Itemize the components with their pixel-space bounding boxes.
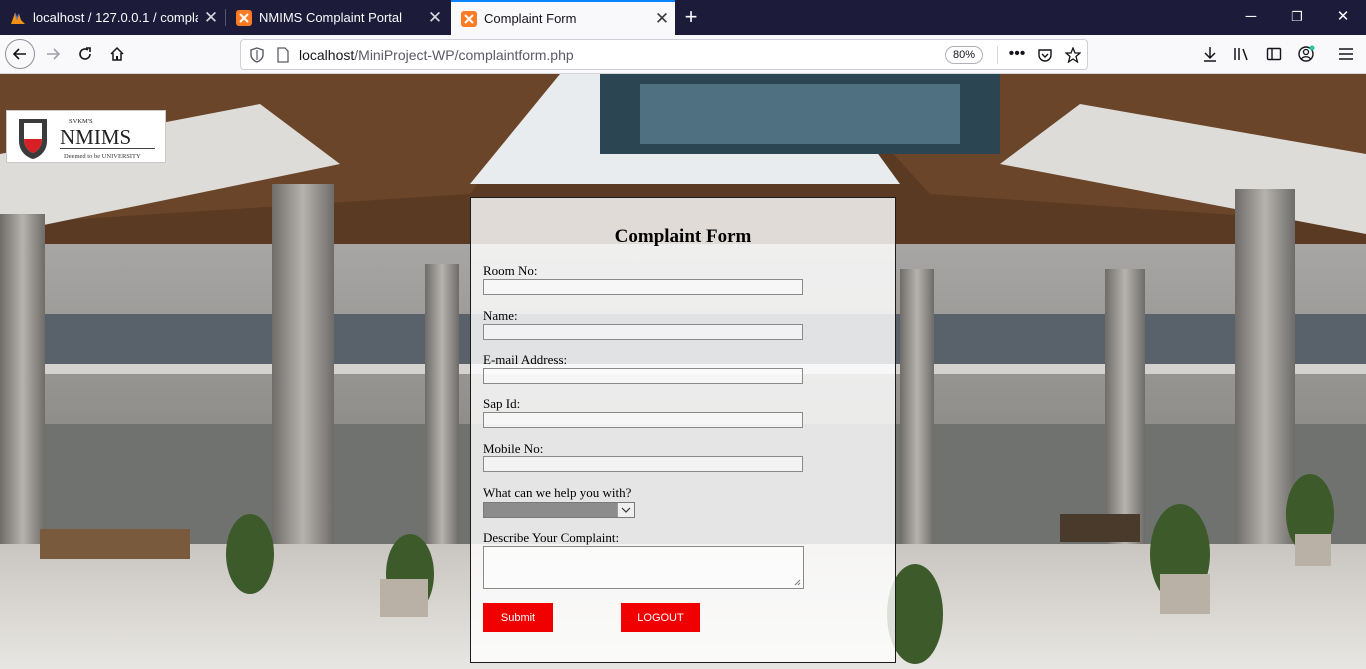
tab-close-icon[interactable]: ✕ [649, 9, 675, 29]
window-close-icon[interactable]: ✕ [1320, 0, 1366, 35]
tab-strip: localhost / 127.0.0.1 / complaint ✕ NMIM… [0, 0, 1366, 35]
resize-grip-icon[interactable] [794, 579, 801, 586]
name-input[interactable] [483, 324, 803, 340]
account-icon[interactable] [1296, 44, 1316, 64]
xampp-favicon-icon [236, 9, 252, 26]
bookmark-star-icon[interactable] [1065, 47, 1081, 63]
page-actions-icon[interactable]: ••• [1007, 44, 1027, 64]
page-info-icon[interactable] [275, 47, 291, 63]
mobile-no-input[interactable] [483, 456, 803, 472]
complaint-textarea[interactable] [483, 546, 804, 589]
logo-name-text: NMIMS [60, 125, 131, 149]
home-icon [110, 46, 124, 61]
url-path: /MiniProject-WP/complaintform.php [354, 47, 574, 63]
form-title: Complaint Form [614, 226, 752, 247]
zoom-level-badge[interactable]: 80% [945, 46, 983, 64]
complaint-form: Complaint Form Room No: Name: E-mail Add… [470, 197, 896, 663]
tracking-shield-icon[interactable] [249, 47, 265, 63]
forward-arrow-icon [47, 48, 61, 60]
nav-toolbar: localhost/MiniProject-WP/complaintform.p… [0, 35, 1366, 74]
complaint-label: Describe Your Complaint: [483, 530, 620, 545]
menu-hamburger-icon[interactable] [1336, 44, 1356, 64]
new-tab-plus-icon[interactable]: + [678, 4, 704, 30]
nmims-logo[interactable]: SVKM'S NMIMS Deemed to be UNIVERSITY [6, 110, 166, 163]
reload-button[interactable] [70, 39, 100, 69]
address-bar[interactable]: localhost/MiniProject-WP/complaintform.p… [240, 39, 1088, 70]
tab-nmims-portal[interactable]: NMIMS Complaint Portal ✕ [226, 0, 448, 35]
url-separator [997, 46, 998, 64]
back-button[interactable] [5, 39, 35, 69]
pocket-icon[interactable] [1037, 47, 1053, 63]
logo-top-text: SVKM'S [69, 118, 93, 125]
email-label: E-mail Address: [483, 352, 568, 367]
page-viewport: SVKM'S NMIMS Deemed to be UNIVERSITY Com… [0, 74, 1366, 669]
help-type-select[interactable] [483, 502, 635, 518]
tab-label: Complaint Form [484, 11, 577, 26]
phpmyadmin-favicon-icon [11, 12, 25, 24]
xampp-favicon-icon [461, 10, 477, 27]
url-host: localhost [299, 47, 355, 63]
tab-label: NMIMS Complaint Portal [259, 10, 403, 25]
restore-icon[interactable]: ❐ [1274, 0, 1320, 35]
tab-complaint-form[interactable]: Complaint Form ✕ [451, 0, 675, 35]
room-no-input[interactable] [483, 279, 803, 295]
home-button[interactable] [102, 39, 132, 69]
sap-id-input[interactable] [483, 412, 803, 428]
help-type-label: What can we help you with? [483, 485, 632, 500]
sidebar-icon[interactable] [1264, 44, 1284, 64]
tab-close-icon[interactable]: ✕ [198, 8, 224, 28]
library-icon[interactable] [1232, 44, 1252, 64]
tab-phpmyadmin[interactable]: localhost / 127.0.0.1 / complaint ✕ [0, 0, 224, 35]
tab-label: localhost / 127.0.0.1 / complaint [33, 10, 198, 25]
back-arrow-icon [12, 48, 26, 60]
name-label: Name: [483, 308, 518, 323]
submit-button[interactable]: Submit [483, 603, 553, 632]
room-no-label: Room No: [483, 263, 538, 278]
forward-button[interactable] [38, 39, 68, 69]
logout-button[interactable]: LOGOUT [621, 603, 700, 632]
logo-tagline-text: Deemed to be UNIVERSITY [64, 153, 141, 160]
downloads-icon[interactable] [1200, 44, 1220, 64]
tab-close-icon[interactable]: ✕ [422, 8, 448, 28]
email-input[interactable] [483, 368, 803, 384]
sap-id-label: Sap Id: [483, 396, 521, 411]
url-text[interactable]: localhost/MiniProject-WP/complaintform.p… [299, 47, 574, 63]
nmims-logo-graphic: SVKM'S NMIMS Deemed to be UNIVERSITY [19, 118, 155, 160]
minimize-icon[interactable]: ─ [1228, 0, 1274, 35]
reload-icon [79, 47, 91, 60]
mobile-no-label: Mobile No: [483, 441, 544, 456]
chevron-down-icon[interactable] [617, 503, 634, 517]
